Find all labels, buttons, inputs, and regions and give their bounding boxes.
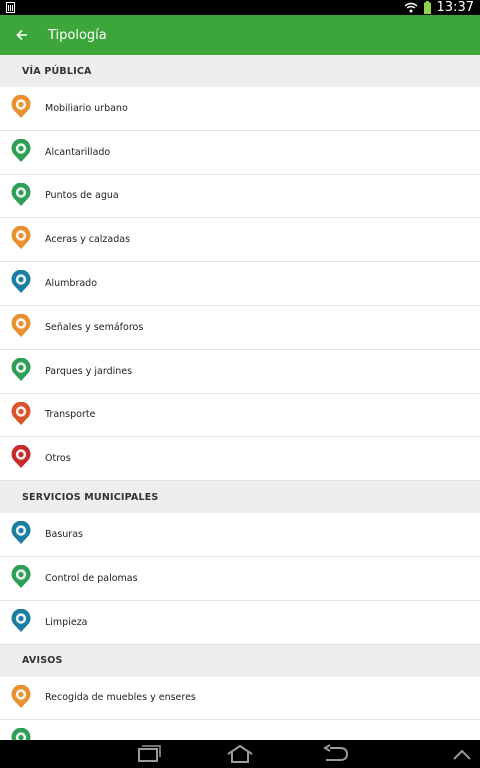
list-item[interactable]: Alumbrado bbox=[0, 262, 480, 306]
sewer-icon bbox=[11, 138, 31, 162]
list-item[interactable]: Otros bbox=[0, 437, 480, 482]
pedestrian-icon bbox=[11, 226, 31, 250]
navigation-bar bbox=[0, 740, 480, 768]
list-item-label: Transporte bbox=[45, 409, 96, 421]
list-item[interactable]: Basuras bbox=[0, 513, 480, 557]
status-time: 13:37 bbox=[436, 0, 474, 15]
lightbulb-icon bbox=[11, 270, 31, 294]
app-bar: Tipología bbox=[0, 15, 480, 55]
list-item-label: Alumbrado bbox=[45, 278, 98, 290]
list-item[interactable]: Parques y jardines bbox=[0, 350, 480, 394]
back-button[interactable] bbox=[0, 15, 44, 55]
chevron-up-icon[interactable] bbox=[450, 744, 474, 764]
list-item[interactable]: Mobiliario urbano bbox=[0, 87, 480, 131]
battery-icon bbox=[423, 1, 431, 14]
list-item-label: Control de palomas bbox=[45, 572, 138, 584]
home-icon[interactable] bbox=[225, 744, 255, 764]
list-item-label: Mobiliario urbano bbox=[45, 102, 128, 114]
recycle-icon bbox=[11, 608, 31, 632]
list-item[interactable]: Recogida de muebles y enseres bbox=[0, 677, 480, 721]
list-item-label: Puntos de agua bbox=[45, 190, 119, 202]
list-item-label: Basuras bbox=[45, 529, 83, 541]
list-item[interactable]: Transporte bbox=[0, 394, 480, 438]
page-title: Tipología bbox=[48, 27, 107, 43]
list-item[interactable]: Puntos de agua bbox=[0, 175, 480, 219]
back-nav-icon[interactable] bbox=[320, 744, 350, 764]
list-item[interactable]: Control de palomas bbox=[0, 557, 480, 601]
status-bar: 13:37 bbox=[0, 0, 480, 15]
truck-icon bbox=[11, 684, 31, 708]
list-item-label: Recogida de muebles y enseres bbox=[45, 692, 196, 704]
partial-icon bbox=[11, 728, 31, 740]
bench-icon bbox=[11, 95, 31, 118]
list-item-label: Alcantarillado bbox=[45, 146, 111, 158]
section-header: VÍA PÚBLICA bbox=[0, 55, 480, 87]
list-item-label: Limpieza bbox=[45, 616, 88, 628]
list-item[interactable]: Limpieza bbox=[0, 601, 480, 645]
pigeon-icon bbox=[11, 564, 31, 588]
list-item-label: Aceras y calzadas bbox=[45, 234, 131, 246]
bus-icon bbox=[11, 401, 31, 425]
list-item-label: Otros bbox=[45, 453, 71, 465]
section-header: AVISOS bbox=[0, 644, 480, 677]
list-item-label: Señales y semáforos bbox=[45, 321, 144, 333]
category-list[interactable]: VÍA PÚBLICA Mobiliario urbano Alcantarilla… bbox=[0, 55, 480, 740]
traffic-light-icon bbox=[11, 313, 31, 337]
list-item[interactable] bbox=[0, 720, 480, 740]
arrow-back-icon bbox=[16, 29, 27, 41]
sim-card-icon bbox=[6, 2, 15, 13]
warning-icon bbox=[11, 445, 31, 469]
list-item[interactable]: Aceras y calzadas bbox=[0, 218, 480, 263]
park-icon bbox=[11, 357, 31, 381]
trash-icon bbox=[11, 521, 31, 545]
section-header: SERVICIOS MUNICIPALES bbox=[0, 481, 480, 514]
list-item[interactable]: Alcantarillado bbox=[0, 131, 480, 175]
water-drop-icon bbox=[11, 182, 31, 206]
list-item[interactable]: Señales y semáforos bbox=[0, 306, 480, 350]
wifi-icon bbox=[404, 2, 417, 13]
recent-apps-icon[interactable] bbox=[133, 744, 163, 764]
list-item-label: Parques y jardines bbox=[45, 365, 133, 377]
